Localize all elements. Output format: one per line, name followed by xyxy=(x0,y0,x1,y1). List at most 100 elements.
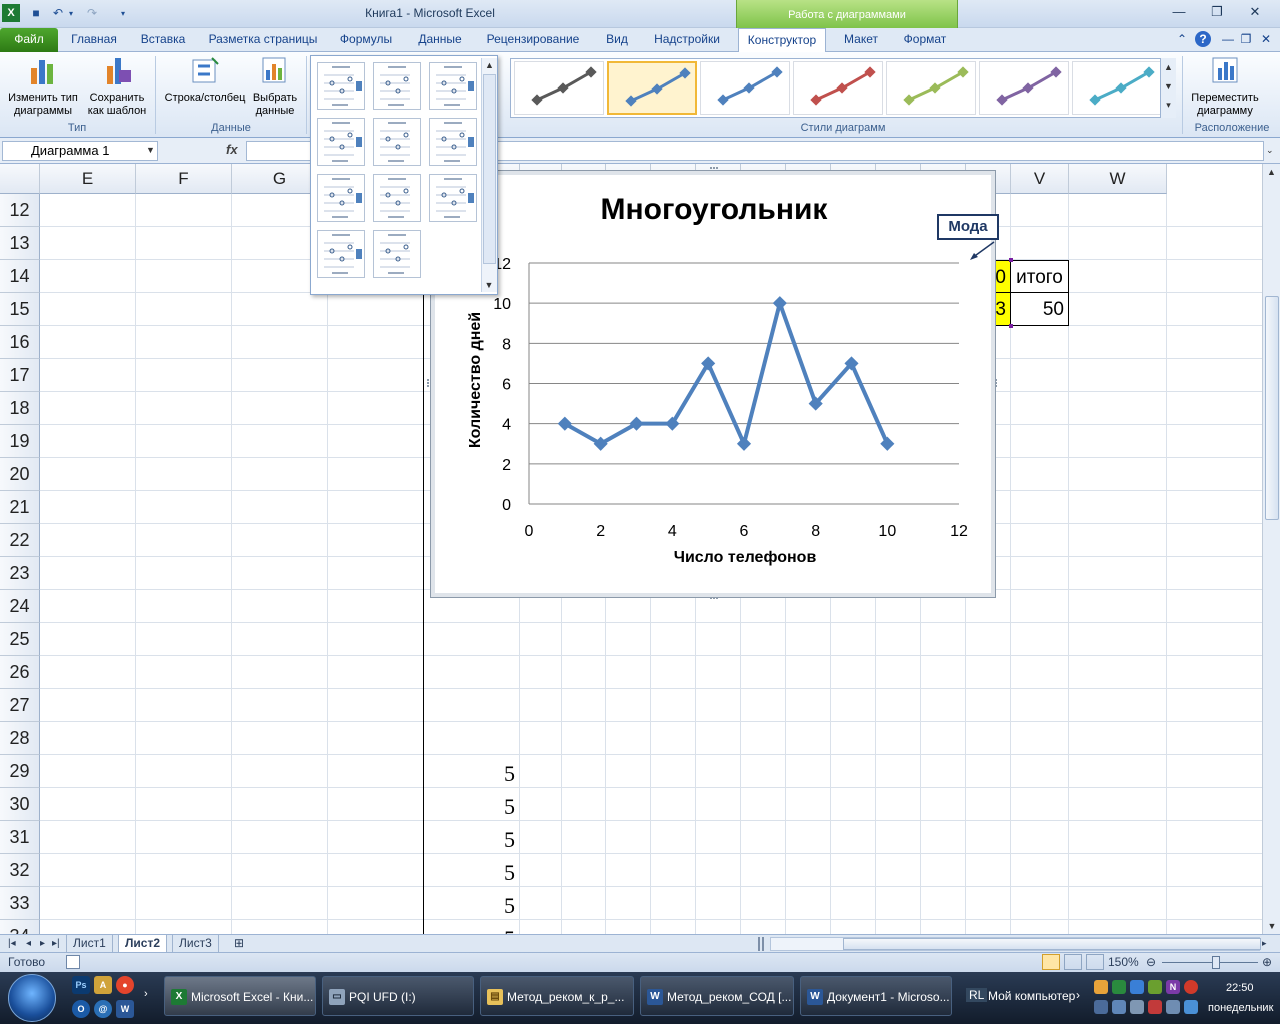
page-break-view-icon[interactable] xyxy=(1086,954,1104,970)
tab-view[interactable]: Вид xyxy=(594,28,640,52)
clock-day[interactable]: понедельник xyxy=(1208,1002,1273,1014)
tray-icon[interactable] xyxy=(1094,980,1108,994)
chart-style-4[interactable] xyxy=(793,61,883,115)
chart-resize-handle[interactable] xyxy=(995,379,999,387)
doc-restore-icon[interactable]: ❐ xyxy=(1238,28,1254,52)
zoom-out-icon[interactable]: ⊖ xyxy=(1146,955,1156,969)
row-header[interactable]: 13 xyxy=(0,227,40,260)
gallery-up-icon[interactable]: ▲ xyxy=(1161,58,1176,77)
row-header[interactable]: 23 xyxy=(0,557,40,590)
row-header[interactable]: 28 xyxy=(0,722,40,755)
row-header[interactable]: 15 xyxy=(0,293,40,326)
horizontal-scroll-thumb[interactable] xyxy=(843,938,1261,950)
row-header[interactable]: 18 xyxy=(0,392,40,425)
clock-time[interactable]: 22:50 xyxy=(1226,982,1254,994)
row-header[interactable]: 31 xyxy=(0,821,40,854)
horizontal-scrollbar[interactable] xyxy=(770,937,1261,951)
row-header[interactable]: 26 xyxy=(0,656,40,689)
row-header[interactable]: 12 xyxy=(0,194,40,227)
aimp-icon[interactable]: A xyxy=(94,976,112,994)
insert-function-icon[interactable]: fx xyxy=(226,142,238,157)
chart-y-axis-title[interactable]: Количество дней xyxy=(467,312,484,448)
zoom-slider-thumb[interactable] xyxy=(1212,956,1220,969)
row-header[interactable]: 19 xyxy=(0,425,40,458)
row-header[interactable]: 27 xyxy=(0,689,40,722)
sheet-nav-last-icon[interactable]: ▸| xyxy=(46,935,66,953)
word-quick-icon[interactable]: W xyxy=(116,1000,134,1018)
row-header[interactable]: 21 xyxy=(0,491,40,524)
tab-review[interactable]: Рецензирование xyxy=(480,28,586,52)
insert-sheet-icon[interactable]: ⊞ xyxy=(228,935,250,953)
row-header[interactable]: 30 xyxy=(0,788,40,821)
move-chart-button[interactable]: Переместить диаграмму xyxy=(1186,54,1264,118)
layouts-scroll-up-icon[interactable]: ▲ xyxy=(482,58,497,72)
tab-home[interactable]: Главная xyxy=(62,28,126,52)
tab-data[interactable]: Данные xyxy=(408,28,472,52)
chart-title[interactable]: Многоугольник xyxy=(601,193,829,226)
column-header[interactable]: W xyxy=(1069,164,1167,194)
cell-total-value[interactable]: 50 xyxy=(1011,293,1069,326)
chart-layout-7[interactable] xyxy=(317,174,365,222)
tray-icon[interactable] xyxy=(1130,1000,1144,1014)
layouts-scrollbar[interactable]: ▲ ▼ xyxy=(481,58,497,292)
range-selection-handle[interactable] xyxy=(1009,324,1013,328)
my-computer-toolbar[interactable]: Мой компьютер xyxy=(988,989,1075,1003)
taskbar-item[interactable]: W Метод_реком_СОД [... xyxy=(640,976,794,1016)
chart-style-6[interactable] xyxy=(979,61,1069,115)
styles-gallery-scroll[interactable]: ▲ ▼ ▾ xyxy=(1160,58,1176,118)
taskbar-item[interactable]: ▤ Метод_реком_к_р_... xyxy=(480,976,634,1016)
tab-formulas[interactable]: Формулы xyxy=(332,28,400,52)
select-data-button[interactable]: Выбрать данные xyxy=(248,54,302,118)
zoom-in-icon[interactable]: ⊕ xyxy=(1262,955,1272,969)
change-chart-type-button[interactable]: Изменить тип диаграммы xyxy=(4,54,82,118)
sheet-tab-2[interactable]: Лист2 xyxy=(118,935,168,953)
help-icon[interactable]: ? xyxy=(1194,28,1212,52)
macro-record-icon[interactable] xyxy=(66,955,80,969)
chart-layout-2[interactable] xyxy=(373,62,421,110)
page-layout-view-icon[interactable] xyxy=(1064,954,1082,970)
cell-i34[interactable]: 5 xyxy=(424,920,519,934)
row-header[interactable]: 25 xyxy=(0,623,40,656)
normal-view-icon[interactable] xyxy=(1042,954,1060,970)
row-header[interactable]: 33 xyxy=(0,887,40,920)
tray-icon[interactable] xyxy=(1130,980,1144,994)
chart-resize-handle[interactable] xyxy=(427,379,431,387)
sheet-tab-1[interactable]: Лист1 xyxy=(66,935,113,953)
chart-layout-1[interactable] xyxy=(317,62,365,110)
chart-layout-9[interactable] xyxy=(429,174,477,222)
taskbar-item[interactable]: X Microsoft Excel - Кни... xyxy=(164,976,316,1016)
name-box-dropdown-icon[interactable]: ▼ xyxy=(146,145,155,155)
chart-layout-3[interactable] xyxy=(429,62,477,110)
cell-i30[interactable]: 5 xyxy=(424,788,519,821)
onenote-icon[interactable]: N xyxy=(1166,980,1180,994)
chart-resize-handle[interactable] xyxy=(710,597,718,601)
chart-area[interactable]: 0 2 4 6 8 10 12 0 2 4 6 8 10 12 Многоугольник Число т… xyxy=(427,167,999,601)
tab-file[interactable]: Файл xyxy=(0,28,58,52)
sheet-nav-first-icon[interactable]: |◂ xyxy=(2,935,22,953)
tab-format[interactable]: Формат xyxy=(894,28,956,52)
chart-x-axis-title[interactable]: Число телефонов xyxy=(674,549,817,566)
tray-icon[interactable] xyxy=(1112,980,1126,994)
tab-layout[interactable]: Макет xyxy=(834,28,888,52)
scroll-up-icon[interactable]: ▲ xyxy=(1263,164,1280,180)
chart-series-line[interactable] xyxy=(563,301,890,446)
switch-row-column-button[interactable]: Строка/столбец xyxy=(160,54,250,105)
name-box[interactable]: Диаграмма 1 xyxy=(2,141,158,161)
chart-layout-6[interactable] xyxy=(429,118,477,166)
column-header[interactable]: F xyxy=(136,164,232,194)
column-header[interactable]: V xyxy=(1011,164,1069,194)
chart-style-1[interactable] xyxy=(514,61,604,115)
chart-layout-8[interactable] xyxy=(373,174,421,222)
opera-tray-icon[interactable] xyxy=(1184,980,1198,994)
row-header[interactable]: 22 xyxy=(0,524,40,557)
tray-icon[interactable] xyxy=(1094,1000,1108,1014)
chart-resize-handle[interactable] xyxy=(710,167,718,171)
chrome-icon[interactable]: ● xyxy=(116,976,134,994)
quicklaunch-more-icon[interactable]: › xyxy=(144,988,148,1000)
zoom-slider-track[interactable] xyxy=(1162,962,1258,963)
chart-style-3[interactable] xyxy=(700,61,790,115)
chart-layout-11[interactable] xyxy=(373,230,421,278)
zoom-level[interactable]: 150% xyxy=(1108,955,1139,969)
toolbar-expand-icon[interactable]: › xyxy=(1076,988,1080,1002)
volume-icon[interactable] xyxy=(1184,1000,1198,1014)
